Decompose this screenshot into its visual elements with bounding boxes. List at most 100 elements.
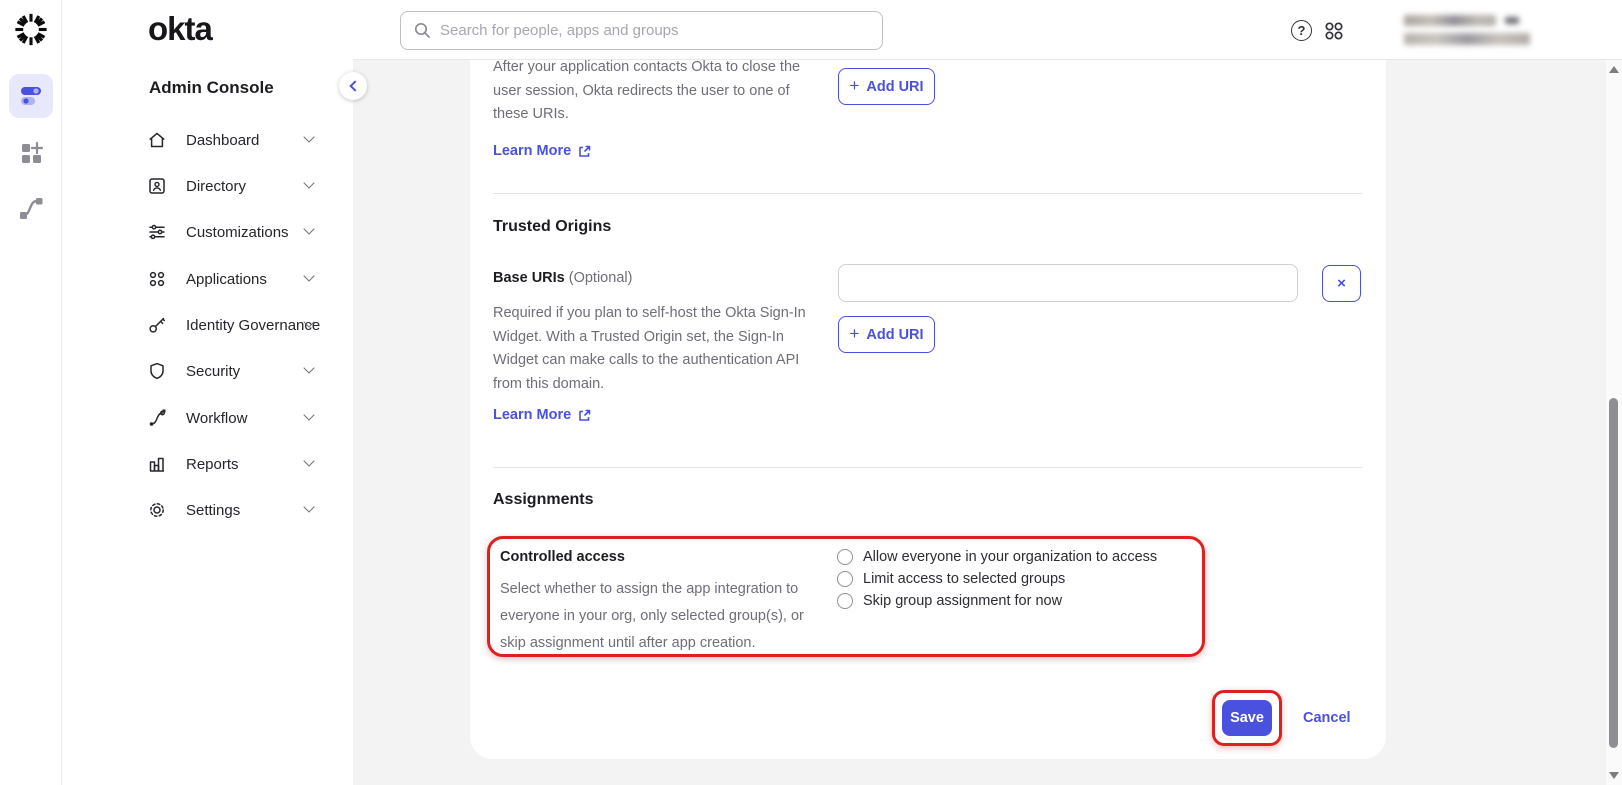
base-uri-input[interactable] xyxy=(838,264,1298,302)
radio-option-limit-groups[interactable]: Limit access to selected groups xyxy=(837,571,1157,587)
help-icon[interactable]: ? xyxy=(1291,20,1312,41)
learn-more-link-trusted[interactable]: Learn More xyxy=(493,407,591,423)
okta-spinner-icon xyxy=(14,11,48,48)
trusted-origins-heading: Trusted Origins xyxy=(493,218,611,236)
sidebar-nav: okta Admin Console Dashboard Directory C… xyxy=(63,0,353,785)
learn-more-link-logout[interactable]: Learn More xyxy=(493,143,591,159)
icon-rail xyxy=(0,0,62,785)
chevron-down-icon xyxy=(303,131,314,142)
sidebar-item-label: Reports xyxy=(186,456,239,473)
grid-plus-icon xyxy=(18,140,44,166)
radio-option-allow-everyone[interactable]: Allow everyone in your organization to a… xyxy=(837,549,1157,565)
radio-label: Skip group assignment for now xyxy=(863,593,1062,609)
sidebar-item-customizations[interactable]: Customizations xyxy=(137,213,337,251)
search-input[interactable] xyxy=(440,22,882,39)
sidebar-item-identity-governance[interactable]: Identity Governance xyxy=(137,306,337,344)
chevron-down-icon xyxy=(303,223,314,234)
org-name-redacted xyxy=(1404,33,1530,45)
base-uris-label-text: Base URIs xyxy=(493,270,565,286)
sidebar-item-label: Security xyxy=(186,363,240,380)
add-uri-button-trusted[interactable]: + Add URI xyxy=(838,316,935,353)
home-icon xyxy=(147,130,167,150)
okta-wordmark: okta xyxy=(148,10,212,48)
external-link-icon xyxy=(578,145,591,158)
add-uri-label: Add URI xyxy=(866,327,923,343)
save-button[interactable]: Save xyxy=(1222,700,1272,736)
radio-option-skip-assignment[interactable]: Skip group assignment for now xyxy=(837,593,1157,609)
save-button-highlight: Save xyxy=(1212,690,1282,746)
controlled-access-label: Controlled access xyxy=(500,549,625,565)
radio-label: Limit access to selected groups xyxy=(863,571,1065,587)
directory-card-icon xyxy=(147,176,167,196)
add-uri-button-logout[interactable]: + Add URI xyxy=(838,68,935,105)
topbar: ? xyxy=(353,0,1622,60)
admin-console-icon xyxy=(19,85,43,107)
rail-item-integrations[interactable] xyxy=(14,190,48,224)
plus-icon: + xyxy=(849,324,859,344)
sidebar-collapse-button[interactable] xyxy=(339,72,367,100)
global-search[interactable] xyxy=(400,11,883,50)
workflow-icon xyxy=(147,408,167,428)
rail-item-admin-console[interactable] xyxy=(9,74,53,118)
sidebar-item-directory[interactable]: Directory xyxy=(137,167,337,205)
chevron-down-icon xyxy=(303,362,314,373)
trusted-origins-description: Required if you plan to self-host the Ok… xyxy=(493,302,815,396)
app-settings-card: After your application contacts Okta to … xyxy=(470,60,1386,759)
radio-icon[interactable] xyxy=(837,593,853,609)
chevron-left-icon xyxy=(349,80,360,91)
section-divider xyxy=(493,193,1362,194)
chevron-down-icon xyxy=(303,455,314,466)
add-uri-label: Add URI xyxy=(866,79,923,95)
scroll-up-arrow[interactable] xyxy=(1609,66,1619,73)
sidebar-item-applications[interactable]: Applications xyxy=(137,260,337,298)
gear-icon xyxy=(147,500,167,520)
plus-icon: + xyxy=(849,76,859,96)
sidebar-item-label: Identity Governance xyxy=(186,317,320,334)
shield-icon xyxy=(147,361,167,381)
user-name-redacted xyxy=(1404,15,1496,26)
radio-icon[interactable] xyxy=(837,549,853,565)
section-divider xyxy=(493,467,1362,468)
bar-chart-icon xyxy=(147,454,167,474)
radio-icon[interactable] xyxy=(837,571,853,587)
sidebar-item-settings[interactable]: Settings xyxy=(137,491,337,529)
controlled-access-highlight: Controlled access Select whether to assi… xyxy=(487,536,1205,657)
sidebar-item-reports[interactable]: Reports xyxy=(137,445,337,483)
chevron-down-icon xyxy=(303,177,314,188)
search-icon xyxy=(414,22,431,39)
external-link-icon xyxy=(578,409,591,422)
sidebar-item-label: Workflow xyxy=(186,410,247,427)
assignments-heading: Assignments xyxy=(493,491,593,509)
app-grid-icon xyxy=(147,269,167,289)
sidebar-item-label: Customizations xyxy=(186,224,289,241)
sidebar-item-label: Directory xyxy=(186,178,246,195)
app-switcher-icon[interactable] xyxy=(1324,21,1344,41)
sidebar-item-label: Settings xyxy=(186,502,240,519)
console-title: Admin Console xyxy=(149,78,274,98)
rail-item-add-apps[interactable] xyxy=(14,136,48,170)
cancel-button[interactable]: Cancel xyxy=(1303,710,1351,726)
sidebar-item-workflow[interactable]: Workflow xyxy=(137,399,337,437)
post-logout-description: After your application contacts Okta to … xyxy=(493,60,815,127)
sidebar-item-dashboard[interactable]: Dashboard xyxy=(137,121,337,159)
learn-more-label: Learn More xyxy=(493,143,571,159)
scrollbar-thumb[interactable] xyxy=(1609,398,1618,748)
base-uris-label: Base URIs (Optional) xyxy=(493,270,632,286)
key-icon xyxy=(147,315,167,335)
workflow-link-icon xyxy=(17,193,45,221)
sliders-icon xyxy=(147,222,167,242)
chevron-down-icon xyxy=(303,270,314,281)
okta-logo[interactable] xyxy=(14,12,48,46)
chevron-down-icon xyxy=(303,501,314,512)
sidebar-item-security[interactable]: Security xyxy=(137,352,337,390)
remove-uri-button[interactable]: × xyxy=(1322,265,1361,302)
radio-label: Allow everyone in your organization to a… xyxy=(863,549,1157,565)
learn-more-label: Learn More xyxy=(493,407,571,423)
controlled-access-description: Select whether to assign the app integra… xyxy=(500,576,822,656)
optional-tag: (Optional) xyxy=(569,270,633,286)
user-badge-redacted xyxy=(1505,17,1519,24)
question-glyph: ? xyxy=(1298,23,1306,38)
vertical-scrollbar[interactable] xyxy=(1606,60,1622,785)
sidebar-item-label: Applications xyxy=(186,271,267,288)
scroll-down-arrow[interactable] xyxy=(1609,772,1619,779)
